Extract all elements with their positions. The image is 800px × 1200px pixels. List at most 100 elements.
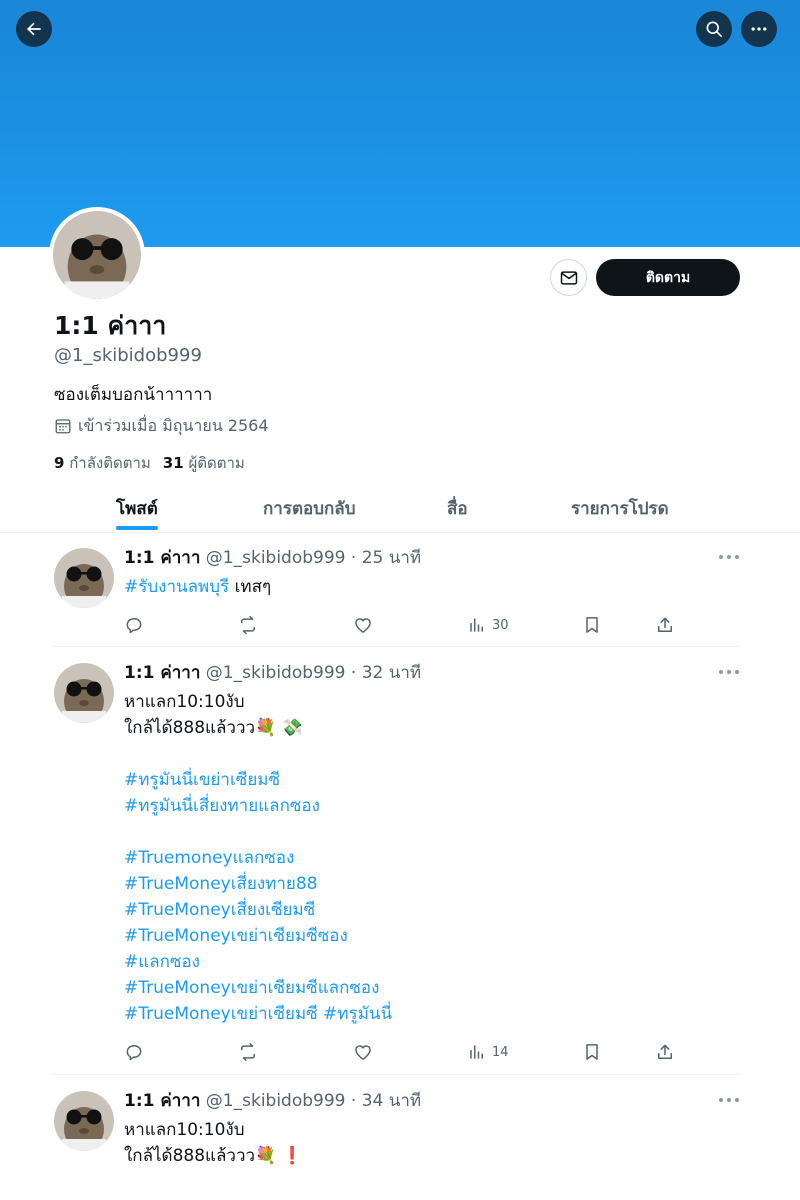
post-author-name[interactable]: 1:1 ค่าาา xyxy=(124,663,200,683)
share-button[interactable] xyxy=(655,614,675,636)
share-icon xyxy=(655,615,675,635)
views-icon xyxy=(468,616,486,634)
views-button[interactable]: 14 xyxy=(468,1041,509,1063)
post-author-handle[interactable]: @1_skibidob999 xyxy=(206,548,346,568)
post-author-name[interactable]: 1:1 ค่าาา xyxy=(124,1091,200,1111)
message-button[interactable] xyxy=(550,259,587,296)
hashtag-link[interactable]: #TrueMoneyเขย่าเซียมซีซอง xyxy=(124,926,348,946)
post-line: ใกล้ได้888แล้ววว💐 ❗ xyxy=(124,1143,303,1169)
hashtag-link[interactable]: #แลกซอง xyxy=(124,952,200,972)
joined-date: เข้าร่วมเมื่อ มิถุนายน 2564 xyxy=(54,414,269,438)
bookmark-icon xyxy=(582,615,602,635)
post-line: #TrueMoneyเสี่ยงเซียมซี xyxy=(124,897,392,923)
followers-count: 31 xyxy=(162,454,184,472)
repost-icon xyxy=(238,615,258,635)
tab-replies[interactable]: การตอบกลับ xyxy=(263,484,356,532)
post-avatar[interactable] xyxy=(54,1091,114,1151)
following-label: กำลังติดตาม xyxy=(69,454,151,472)
post-text: หาแลก10:10งับใกล้ได้888แล้ววว💐 💸 #ทรูมันน… xyxy=(124,689,392,1027)
views-count: 14 xyxy=(492,1044,509,1060)
share-icon xyxy=(655,1042,675,1062)
tab-likes[interactable]: รายการโปรด xyxy=(571,484,669,532)
repost-icon xyxy=(238,1042,258,1062)
post-timestamp[interactable]: · 25 นาที xyxy=(351,548,421,568)
post-line xyxy=(124,741,392,767)
views-count: 30 xyxy=(492,617,509,633)
reply-button[interactable] xyxy=(124,1041,144,1063)
share-button[interactable] xyxy=(655,1041,675,1063)
active-tab-indicator xyxy=(116,526,158,530)
post-line: #รับงานลพบุรี เทสๆ xyxy=(124,574,271,600)
hashtag-link[interactable]: #ทรูมันนี่เขย่าเซียมซี xyxy=(124,770,280,790)
post-line-text: เทสๆ xyxy=(229,577,272,597)
followers-link[interactable]: 31 ผู้ติดตาม xyxy=(163,454,245,472)
post-avatar[interactable] xyxy=(54,548,114,608)
profile-avatar[interactable] xyxy=(49,207,145,303)
post-line-text: ใกล้ได้888แล้ววว💐 💸 xyxy=(124,718,303,738)
more-horizontal-icon[interactable] xyxy=(718,1097,740,1107)
repost-button[interactable] xyxy=(238,1041,258,1063)
hashtag-link[interactable]: #TrueMoneyเสี่ยงเซียมซี xyxy=(124,900,315,920)
views-button[interactable]: 30 xyxy=(468,614,509,636)
post-line: #TrueMoneyเขย่าเซียมซีแลกซอง xyxy=(124,975,392,1001)
post-line: #TrueMoneyเขย่าเซียมซีซอง xyxy=(124,923,392,949)
post-line: ใกล้ได้888แล้ววว💐 💸 xyxy=(124,715,392,741)
reply-icon xyxy=(124,1042,144,1062)
follow-stats: 9 กำลังติดตาม 31 ผู้ติดตาม xyxy=(54,451,245,475)
post-line-text: หาแลก10:10งับ xyxy=(124,1120,245,1140)
tab-media-label: สื่อ xyxy=(447,498,468,519)
hashtag-link[interactable]: #รับงานลพบุรี xyxy=(124,577,229,597)
hashtag-link[interactable]: #Truemoneyแลกซอง xyxy=(124,848,294,868)
tab-media[interactable]: สื่อ xyxy=(447,484,468,532)
bookmark-icon xyxy=(582,1042,602,1062)
bookmark-button[interactable] xyxy=(582,1041,602,1063)
more-horizontal-icon[interactable] xyxy=(718,669,740,679)
hashtag-link[interactable]: #TrueMoneyเสี่ยงทาย88 xyxy=(124,874,318,894)
tab-likes-label: รายการโปรด xyxy=(571,498,669,519)
hashtag-link[interactable]: #ทรูมันนี่เสี่ยงทายแลกซอง xyxy=(124,796,320,816)
calendar-icon xyxy=(54,417,72,435)
hashtag-link[interactable]: #TrueMoneyเขย่าเซียมซีแลกซอง xyxy=(124,978,379,998)
following-link[interactable]: 9 กำลังติดตาม xyxy=(54,454,151,472)
views-icon xyxy=(468,1043,486,1061)
like-icon xyxy=(353,1042,373,1062)
post-actions: 30 xyxy=(124,614,684,636)
post-header: 1:1 ค่าาา @1_skibidob999 · 32 นาที xyxy=(124,661,421,685)
joined-text: เข้าร่วมเมื่อ มิถุนายน 2564 xyxy=(78,416,269,435)
like-button[interactable] xyxy=(353,614,373,636)
post-line-text: ใกล้ได้888แล้ววว💐 ❗ xyxy=(124,1146,303,1166)
repost-button[interactable] xyxy=(238,614,258,636)
tab-posts-label: โพสต์ xyxy=(116,498,158,519)
tab-posts[interactable]: โพสต์ xyxy=(116,484,158,532)
display-name: 1:1 ค่าาา xyxy=(54,311,167,340)
reply-button[interactable] xyxy=(124,614,144,636)
post-line-text: หาแลก10:10งับ xyxy=(124,692,245,712)
tab-replies-label: การตอบกลับ xyxy=(263,498,356,519)
follow-button[interactable]: ติดตาม xyxy=(596,259,740,296)
back-button[interactable] xyxy=(16,11,52,47)
post-author-handle[interactable]: @1_skibidob999 xyxy=(206,1091,346,1111)
more-horizontal-icon[interactable] xyxy=(718,554,740,564)
post-line: #TrueMoneyเขย่าเซียมซี #ทรูมันนี่ xyxy=(124,1001,392,1027)
post-line: หาแลก10:10งับ xyxy=(124,689,392,715)
bookmark-button[interactable] xyxy=(582,614,602,636)
post-timestamp[interactable]: · 34 นาที xyxy=(351,1091,421,1111)
post-text: หาแลก10:10งับใกล้ได้888แล้ววว💐 ❗ xyxy=(124,1117,303,1169)
followers-label: ผู้ติดตาม xyxy=(188,454,245,472)
post-timestamp[interactable]: · 32 นาที xyxy=(351,663,421,683)
search-icon xyxy=(704,19,724,39)
like-button[interactable] xyxy=(353,1041,373,1063)
search-button[interactable] xyxy=(696,11,732,47)
post-line xyxy=(124,819,392,845)
like-icon xyxy=(353,615,373,635)
post-author-name[interactable]: 1:1 ค่าาา xyxy=(124,548,200,568)
more-options-button[interactable] xyxy=(741,11,777,47)
post-header: 1:1 ค่าาา @1_skibidob999 · 34 นาที xyxy=(124,1089,421,1113)
profile-banner xyxy=(0,0,800,247)
profile-handle: @1_skibidob999 xyxy=(54,345,202,366)
hashtag-link[interactable]: #TrueMoneyเขย่าเซียมซี #ทรูมันนี่ xyxy=(124,1004,392,1024)
profile-bio: ซองเต็มบอกน้าาาาาา xyxy=(54,385,213,405)
post-author-handle[interactable]: @1_skibidob999 xyxy=(206,663,346,683)
post-text: #รับงานลพบุรี เทสๆ xyxy=(124,574,271,600)
post-avatar[interactable] xyxy=(54,663,114,723)
